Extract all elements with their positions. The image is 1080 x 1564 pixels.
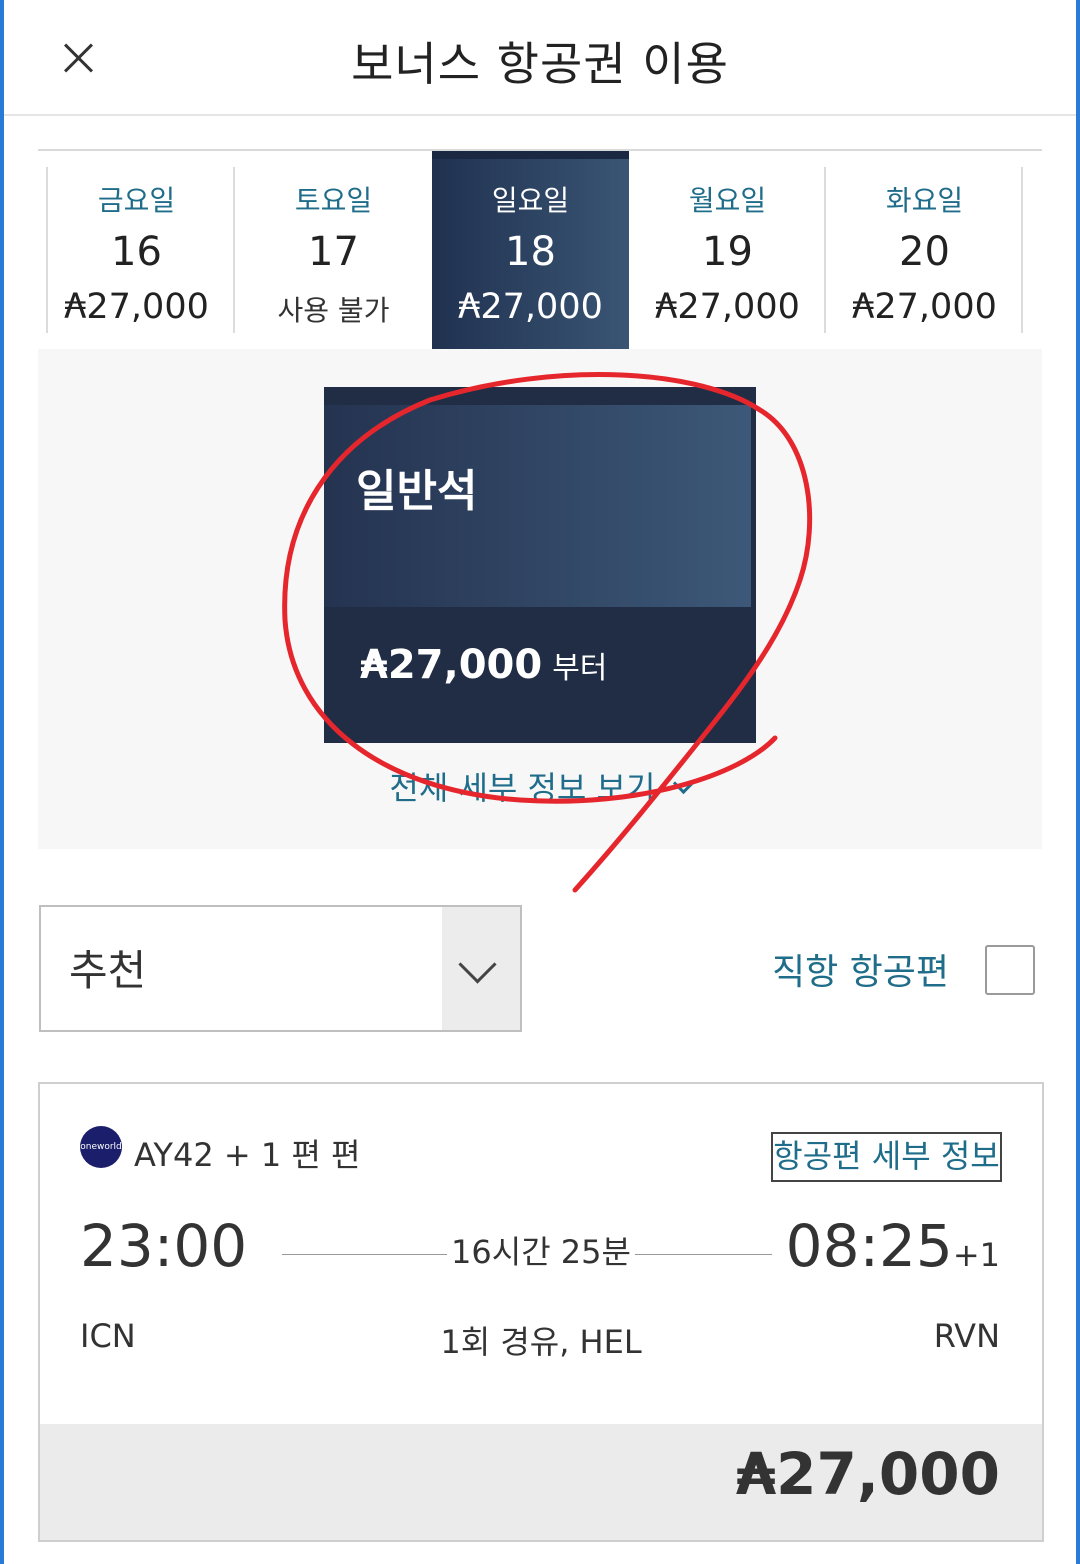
day-price: ₳27,000 — [64, 287, 209, 327]
day-number: 17 — [308, 229, 359, 275]
cabin-price-suffix: 부터 — [552, 651, 608, 686]
date-tab-19[interactable]: 월요일 19 ₳27,000 — [629, 151, 826, 349]
arrival-time-value: 08:25 — [785, 1212, 953, 1280]
day-number: 20 — [899, 229, 950, 275]
divider — [1021, 167, 1023, 333]
flight-price: ₳27,000 — [735, 1440, 1000, 1508]
day-price: ₳27,000 — [458, 287, 603, 327]
cabin-price: ₳27,000 부터 — [360, 642, 607, 688]
date-tab-16[interactable]: 금요일 16 ₳27,000 — [38, 151, 235, 349]
header: 보너스 항공권 이용 — [4, 0, 1076, 116]
day-name: 월요일 — [688, 184, 767, 217]
arrival-time: 08:25+1 — [786, 1212, 1000, 1280]
arrival-airport: RVN — [933, 1317, 1000, 1355]
view-full-details-label: 전체 세부 정보 보기 — [389, 769, 656, 807]
date-tab-18[interactable]: 일요일 18 ₳27,000 — [432, 151, 629, 349]
view-full-details-link[interactable]: 전체 세부 정보 보기 — [0, 763, 1080, 809]
date-tab-20[interactable]: 화요일 20 ₳27,000 — [826, 151, 1023, 349]
direct-flights-checkbox[interactable] — [985, 945, 1035, 995]
day-price: ₳27,000 — [655, 287, 800, 327]
day-name: 금요일 — [97, 184, 176, 217]
day-number: 16 — [111, 229, 162, 275]
stops-info: 1회 경유, HEL — [440, 1323, 642, 1361]
sort-value: 추천 — [69, 946, 147, 995]
cabin-card-economy[interactable]: 일반석 ₳27,000 부터 — [324, 387, 756, 743]
day-unavailable: 사용 불가 — [277, 294, 390, 327]
day-number: 19 — [702, 229, 753, 275]
day-name: 일요일 — [491, 184, 570, 217]
date-tab-17[interactable]: 토요일 17 사용 불가 — [235, 151, 432, 349]
flight-details-button[interactable]: 항공편 세부 정보 — [771, 1132, 1002, 1182]
flight-number: AY42 + 1 편 편 — [134, 1136, 361, 1174]
oneworld-logo-icon: oneworld — [80, 1126, 122, 1168]
flight-result-card[interactable]: oneworld AY42 + 1 편 편 항공편 세부 정보 23:00 16… — [38, 1082, 1044, 1542]
day-name: 토요일 — [294, 184, 373, 217]
day-price: ₳27,000 — [852, 287, 997, 327]
direct-flights-label[interactable]: 직항 항공편 — [772, 943, 949, 995]
selected-indicator — [432, 151, 629, 159]
date-selector: 금요일 16 ₳27,000 토요일 17 사용 불가 일요일 18 ₳27,0… — [38, 149, 1042, 351]
page-title: 보너스 항공권 이용 — [351, 37, 729, 91]
chevron-down-icon — [458, 945, 497, 984]
day-name: 화요일 — [885, 184, 964, 217]
dropdown-arrow[interactable] — [442, 907, 520, 1030]
chevron-down-icon — [672, 772, 694, 795]
cabin-price-amount: ₳27,000 — [360, 642, 543, 688]
arrival-day-offset: +1 — [952, 1236, 1000, 1274]
cabin-name: 일반석 — [356, 466, 478, 517]
duration-text: 16시간 25분 — [447, 1233, 635, 1271]
day-number: 18 — [505, 229, 556, 275]
sort-dropdown[interactable]: 추천 — [39, 905, 522, 1032]
price-bar: ₳27,000 — [40, 1424, 1042, 1540]
